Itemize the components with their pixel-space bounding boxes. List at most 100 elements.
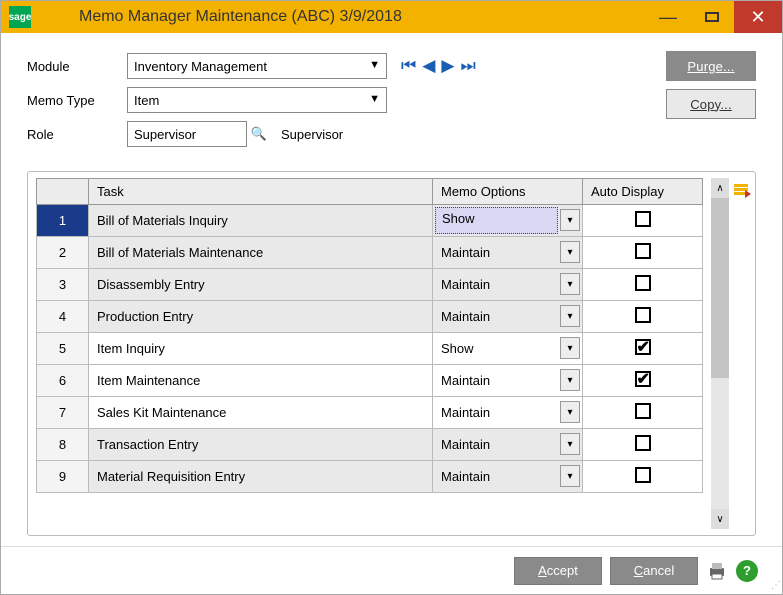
table-row[interactable]: 6Item MaintenanceMaintain▾ [37, 365, 703, 397]
col-auto[interactable]: Auto Display [583, 179, 703, 205]
task-grid: Task Memo Options Auto Display 1Bill of … [27, 171, 756, 536]
memo-cell[interactable]: Maintain▾ [433, 429, 583, 461]
memotype-combo[interactable]: Item ▼ [127, 87, 387, 113]
task-cell: Bill of Materials Maintenance [89, 237, 433, 269]
module-label: Module [27, 59, 127, 74]
chevron-down-icon: ▼ [369, 93, 380, 105]
chevron-down-icon[interactable]: ▾ [560, 209, 580, 231]
app-icon: sage [9, 6, 31, 28]
scroll-down-icon[interactable]: ∨ [711, 509, 729, 529]
memo-cell[interactable]: Maintain▾ [433, 301, 583, 333]
close-button[interactable] [734, 1, 782, 33]
print-icon[interactable] [706, 560, 728, 582]
row-number: 3 [37, 269, 89, 301]
col-memo[interactable]: Memo Options [433, 179, 583, 205]
role-label: Role [27, 127, 127, 142]
checkbox[interactable] [635, 307, 651, 323]
auto-cell[interactable] [583, 397, 703, 429]
search-icon[interactable]: 🔍 [247, 122, 271, 146]
task-cell: Item Maintenance [89, 365, 433, 397]
chevron-down-icon[interactable]: ▾ [560, 369, 580, 391]
row-number: 8 [37, 429, 89, 461]
task-cell: Sales Kit Maintenance [89, 397, 433, 429]
maximize-button[interactable] [690, 1, 734, 33]
minimize-button[interactable] [646, 1, 690, 33]
auto-cell[interactable] [583, 237, 703, 269]
checkbox[interactable] [635, 403, 651, 419]
row-number: 6 [37, 365, 89, 397]
purge-button[interactable]: Purge... [666, 51, 756, 81]
role-input[interactable]: Supervisor [127, 121, 247, 147]
chevron-down-icon[interactable]: ▾ [560, 337, 580, 359]
memo-cell[interactable]: Maintain▾ [433, 269, 583, 301]
copy-button[interactable]: Copy... [666, 89, 756, 119]
nav-prev-icon[interactable]: ◀ [422, 56, 435, 76]
table-row[interactable]: 5Item InquiryShow▾ [37, 333, 703, 365]
table-row[interactable]: 8Transaction EntryMaintain▾ [37, 429, 703, 461]
row-number: 4 [37, 301, 89, 333]
row-number: 2 [37, 237, 89, 269]
nav-next-icon[interactable]: ▶ [441, 56, 454, 76]
task-cell: Material Requisition Entry [89, 461, 433, 493]
memo-cell[interactable]: Maintain▾ [433, 461, 583, 493]
accept-button[interactable]: Accept [514, 557, 602, 585]
auto-cell[interactable] [583, 429, 703, 461]
memo-cell[interactable]: Maintain▾ [433, 365, 583, 397]
memo-cell[interactable]: Maintain▾ [433, 397, 583, 429]
table-row[interactable]: 1Bill of Materials InquiryShow▾ [37, 205, 703, 237]
task-cell: Production Entry [89, 301, 433, 333]
task-cell: Bill of Materials Inquiry [89, 205, 433, 237]
checkbox[interactable] [635, 467, 651, 483]
table-row[interactable]: 9Material Requisition EntryMaintain▾ [37, 461, 703, 493]
table-row[interactable]: 7Sales Kit MaintenanceMaintain▾ [37, 397, 703, 429]
auto-cell[interactable] [583, 205, 703, 237]
col-task[interactable]: Task [89, 179, 433, 205]
checkbox[interactable] [635, 371, 651, 387]
auto-cell[interactable] [583, 301, 703, 333]
resize-grip[interactable]: ⋰ [771, 580, 779, 591]
table-row[interactable]: 4Production EntryMaintain▾ [37, 301, 703, 333]
row-number: 5 [37, 333, 89, 365]
row-number: 7 [37, 397, 89, 429]
footer: Accept Cancel ? ⋰ [1, 546, 782, 594]
grid-settings-icon[interactable] [733, 182, 751, 198]
auto-cell[interactable] [583, 461, 703, 493]
role-value: Supervisor [134, 127, 196, 142]
checkbox[interactable] [635, 435, 651, 451]
checkbox[interactable] [635, 275, 651, 291]
col-rownum [37, 179, 89, 205]
scroll-thumb[interactable] [711, 198, 729, 378]
table-row[interactable]: 2Bill of Materials MaintenanceMaintain▾ [37, 237, 703, 269]
cancel-button[interactable]: Cancel [610, 557, 698, 585]
help-icon[interactable]: ? [736, 560, 758, 582]
nav-last-icon[interactable]: ⏭ [460, 56, 475, 76]
memo-cell[interactable]: Maintain▾ [433, 237, 583, 269]
nav-first-icon[interactable]: ⏮ [401, 56, 416, 76]
chevron-down-icon: ▼ [369, 59, 380, 71]
task-cell: Disassembly Entry [89, 269, 433, 301]
table-row[interactable]: 3Disassembly EntryMaintain▾ [37, 269, 703, 301]
chevron-down-icon[interactable]: ▾ [560, 305, 580, 327]
memo-cell[interactable]: Show▾ [433, 205, 583, 237]
scroll-up-icon[interactable]: ∧ [711, 178, 729, 198]
checkbox[interactable] [635, 243, 651, 259]
scrollbar[interactable]: ∧ ∨ [711, 178, 729, 529]
chevron-down-icon[interactable]: ▾ [560, 273, 580, 295]
module-combo[interactable]: Inventory Management ▼ [127, 53, 387, 79]
auto-cell[interactable] [583, 333, 703, 365]
auto-cell[interactable] [583, 269, 703, 301]
role-display: Supervisor [281, 127, 343, 142]
row-number: 9 [37, 461, 89, 493]
titlebar: sage Memo Manager Maintenance (ABC) 3/9/… [1, 1, 782, 33]
auto-cell[interactable] [583, 365, 703, 397]
module-value: Inventory Management [134, 59, 267, 74]
checkbox[interactable] [635, 339, 651, 355]
memotype-value: Item [134, 93, 159, 108]
chevron-down-icon[interactable]: ▾ [560, 465, 580, 487]
memo-cell[interactable]: Show▾ [433, 333, 583, 365]
task-cell: Transaction Entry [89, 429, 433, 461]
checkbox[interactable] [635, 211, 651, 227]
chevron-down-icon[interactable]: ▾ [560, 241, 580, 263]
chevron-down-icon[interactable]: ▾ [560, 433, 580, 455]
chevron-down-icon[interactable]: ▾ [560, 401, 580, 423]
